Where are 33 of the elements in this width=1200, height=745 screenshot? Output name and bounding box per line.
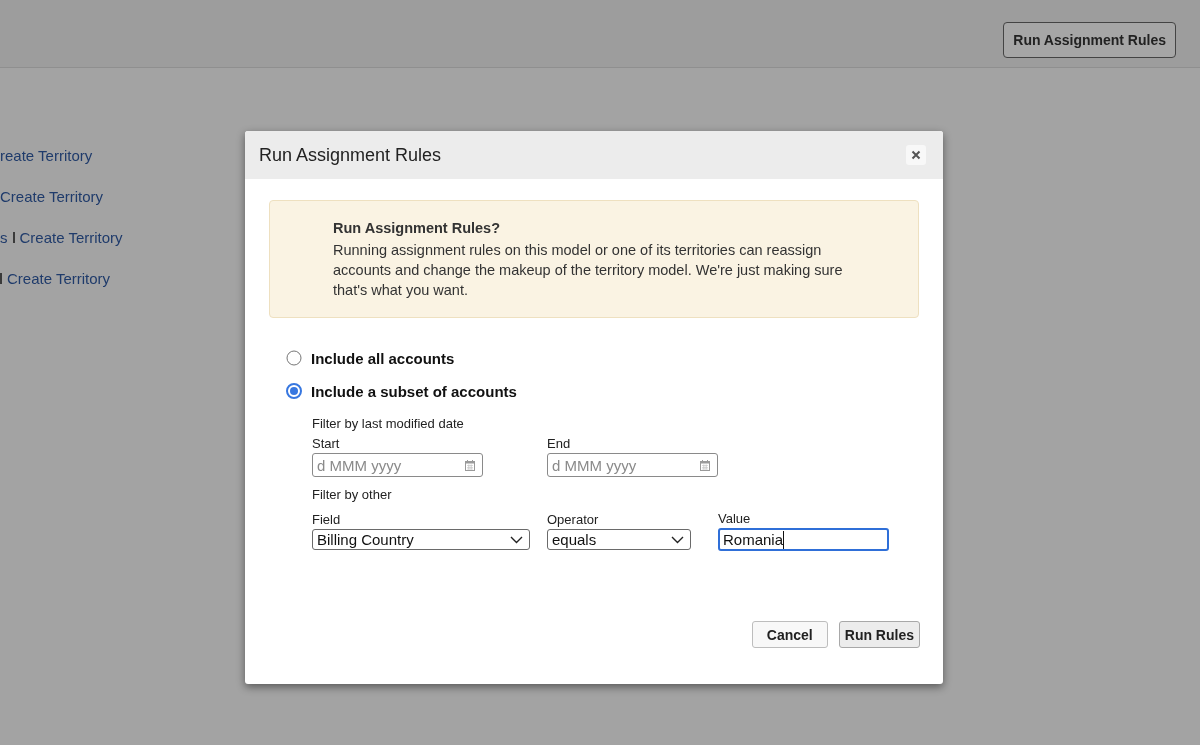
section-heading: Filter by other xyxy=(312,487,393,503)
dialog-title: Run Assignment Rules xyxy=(259,144,442,166)
field-label: Field xyxy=(312,512,342,528)
value-input[interactable]: Romania xyxy=(718,528,889,551)
start-date-field[interactable]: d MMM yyyy xyxy=(312,453,483,477)
field-label: Operator xyxy=(547,512,600,528)
operator-select[interactable]: equals xyxy=(547,529,691,550)
chevron-down-icon xyxy=(671,535,684,544)
warning-message: Running assignment rules on this model or one of its territories can reassign accounts and change the makeup of the territory model. We're just making sure that's what you want. xyxy=(333,241,844,300)
chevron-down-icon xyxy=(510,535,523,544)
create-territory-link[interactable]: Create Territory xyxy=(7,270,111,287)
radio-button[interactable] xyxy=(286,350,302,366)
create-territory-link[interactable]: Create Territory xyxy=(19,229,123,246)
create-territory-link[interactable]: Create Territory xyxy=(0,188,104,205)
run-rules-button[interactable]: Run Rules xyxy=(838,621,920,648)
radio-label[interactable]: Include a subset of accounts xyxy=(311,382,517,400)
field-select[interactable]: Billing Country xyxy=(312,529,530,550)
warning-heading: Run Assignment Rules? xyxy=(333,219,502,238)
radio-button[interactable] xyxy=(286,383,302,399)
create-territory-link[interactable]: reate Territory xyxy=(0,147,93,164)
field-label: Value xyxy=(718,511,752,527)
end-date-field[interactable]: d MMM yyyy xyxy=(547,453,718,477)
field-label: Start xyxy=(312,436,341,452)
cancel-button[interactable]: Cancel xyxy=(751,621,828,648)
close-icon xyxy=(911,150,921,160)
link-fragment[interactable]: s xyxy=(0,229,8,246)
run-assignment-rules-button[interactable]: Run Assignment Rules xyxy=(1003,22,1176,58)
calendar-icon[interactable] xyxy=(465,460,475,471)
field-label: End xyxy=(547,436,572,452)
close-button[interactable] xyxy=(906,145,926,165)
calendar-icon[interactable] xyxy=(700,460,710,471)
section-heading: Filter by last modified date xyxy=(312,416,465,432)
radio-label[interactable]: Include all accounts xyxy=(311,349,455,367)
